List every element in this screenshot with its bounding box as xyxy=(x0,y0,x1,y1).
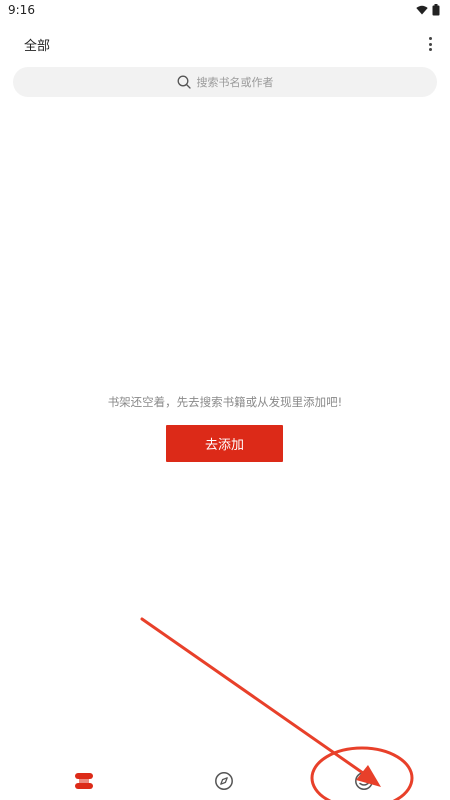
compass-icon xyxy=(215,772,233,790)
top-bar: 全部 xyxy=(0,28,450,60)
go-add-button[interactable]: 去添加 xyxy=(166,425,283,462)
nav-item-bookshelf[interactable] xyxy=(64,766,104,796)
status-time: 9:16 xyxy=(8,3,35,17)
more-vertical-icon-dot xyxy=(428,48,432,51)
category-filter[interactable]: 全部 xyxy=(24,35,50,54)
status-bar: 9:16 xyxy=(0,0,450,22)
search-placeholder: 搜索书名或作者 xyxy=(196,76,274,89)
bookshelf-icon xyxy=(75,773,93,789)
more-options-button[interactable] xyxy=(422,32,438,56)
profile-icon xyxy=(355,772,373,790)
search-icon xyxy=(177,75,191,89)
more-vertical-icon-dot xyxy=(428,42,432,46)
more-vertical-icon xyxy=(428,37,432,40)
battery-icon xyxy=(432,4,440,16)
bottom-navigation xyxy=(0,760,450,800)
nav-item-discover[interactable] xyxy=(204,766,244,796)
search-bar[interactable]: 搜索书名或作者 xyxy=(13,67,437,97)
empty-shelf-message: 书架还空着，先去搜索书籍或从发现里添加吧! xyxy=(107,395,343,409)
wifi-icon xyxy=(416,5,428,15)
nav-item-mine[interactable] xyxy=(344,766,384,796)
annotation-arrow-line xyxy=(140,617,375,782)
status-icons xyxy=(416,3,440,17)
